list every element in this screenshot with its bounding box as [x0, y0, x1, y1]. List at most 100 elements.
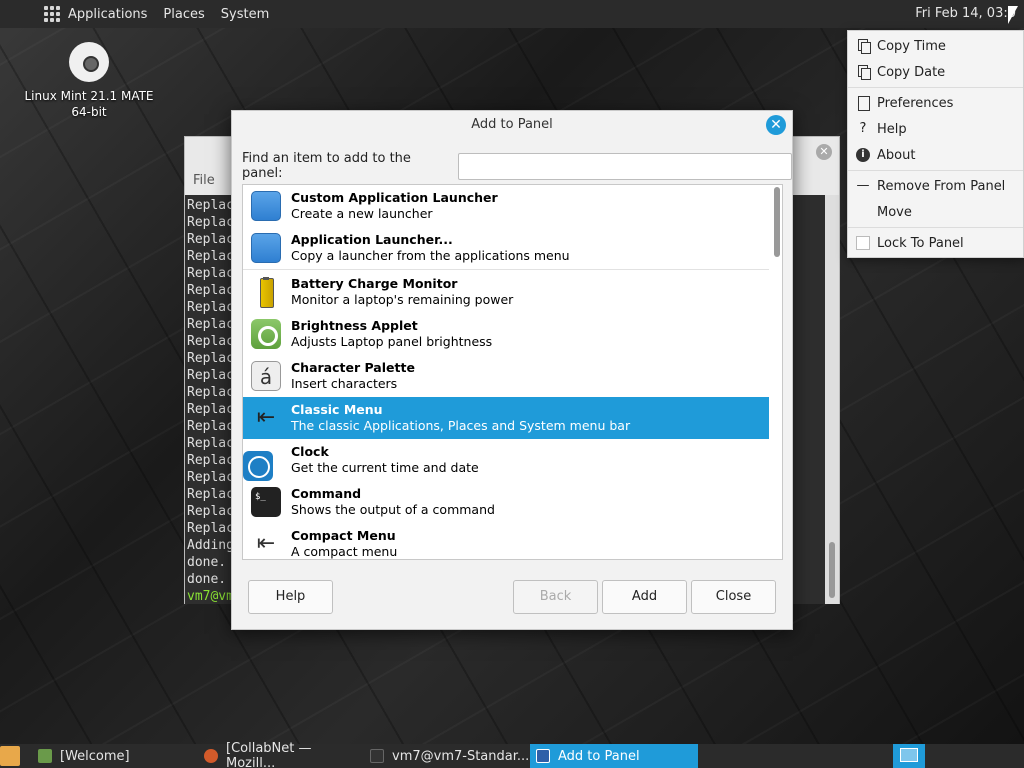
menu-applications[interactable]: Applications — [68, 7, 147, 22]
launcher-icon — [251, 233, 281, 263]
ctx-label: About — [877, 147, 916, 163]
list-item-description: Get the current time and date — [291, 460, 479, 475]
desktop-icon-label-line1: Linux Mint 21.1 MATE — [24, 89, 154, 103]
character-icon: á — [251, 361, 281, 391]
list-item[interactable]: ⇤ Classic Menu The classic Applications, P… — [243, 397, 769, 439]
move-icon-placeholder — [856, 205, 870, 219]
list-item-description: Create a new launcher — [291, 206, 433, 221]
ctx-separator — [848, 227, 1023, 228]
list-item[interactable]: $_ Command Shows the output of a command — [243, 481, 769, 523]
back-button[interactable]: Back — [513, 580, 598, 614]
list-item-description: Copy a launcher from the applications me… — [291, 248, 570, 263]
list-item[interactable]: Custom Application Launcher Create a new … — [243, 185, 769, 227]
list-item-title: Character Palette — [291, 360, 415, 375]
list-item-title: Application Launcher... — [291, 232, 453, 247]
ctx-label: Copy Time — [877, 38, 946, 54]
task-add-to-panel[interactable]: Add to Panel — [530, 744, 698, 768]
list-item-title: Compact Menu — [291, 528, 396, 543]
ctx-separator — [848, 170, 1023, 171]
battery-icon — [251, 277, 281, 308]
ctx-lock-to-panel[interactable]: Lock To Panel — [848, 230, 1023, 256]
list-item-text: Character Palette Insert characters — [291, 360, 415, 392]
brightness-icon — [251, 319, 281, 349]
menu-arrow-icon: ⇤ — [256, 405, 276, 430]
menu-arrow-icon: ⇤ — [256, 531, 276, 556]
close-button[interactable]: Close — [691, 580, 776, 614]
preferences-icon — [856, 96, 870, 111]
list-item-text: Clock Get the current time and date — [291, 444, 479, 476]
list-item[interactable]: Clock Get the current time and date — [243, 439, 769, 481]
list-scrollbar[interactable] — [774, 187, 780, 257]
clock-icon — [243, 451, 273, 481]
list-item-text: Custom Application Launcher Create a new … — [291, 190, 498, 222]
copy-icon — [856, 39, 871, 54]
terminal-scrollbar[interactable] — [825, 195, 839, 604]
list-item[interactable]: Application Launcher... Copy a launcher f… — [243, 227, 769, 269]
menu-places[interactable]: Places — [163, 7, 204, 22]
list-item-text: Brightness Applet Adjusts Laptop panel br… — [291, 318, 492, 350]
list-item[interactable]: ⇤ Compact Menu A compact menu — [243, 523, 769, 559]
workspace-switcher[interactable] — [893, 744, 925, 768]
list-item-title: Classic Menu — [291, 402, 383, 417]
help-button[interactable]: Help — [248, 580, 333, 614]
desktop-icon-linux-mint-disc[interactable]: Linux Mint 21.1 MATE 64-bit — [20, 42, 158, 120]
dialog-close-icon[interactable]: ✕ — [766, 115, 786, 135]
ctx-move[interactable]: Move — [848, 199, 1023, 225]
ctx-label: Remove From Panel — [877, 178, 1006, 194]
remove-icon: — — [856, 178, 870, 193]
terminal-close-icon[interactable]: ✕ — [816, 144, 832, 160]
disc-icon — [69, 42, 109, 82]
menu-system[interactable]: System — [221, 7, 269, 22]
task-label: vm7@vm7-Standar... — [392, 748, 530, 764]
add-button[interactable]: Add — [602, 580, 687, 614]
list-item-description: Shows the output of a command — [291, 502, 495, 517]
applications-grid-icon[interactable] — [44, 6, 60, 22]
ctx-separator — [848, 87, 1023, 88]
panel-items-list: Custom Application Launcher Create a new … — [242, 184, 783, 560]
list-separator — [243, 269, 769, 270]
mouse-cursor-icon — [1008, 6, 1018, 24]
ctx-copy-date[interactable]: Copy Date — [848, 59, 1023, 85]
list-item[interactable]: á Character Palette Insert characters — [243, 355, 769, 397]
task-firefox[interactable]: [CollabNet — Mozill... — [198, 741, 364, 768]
list-item-text: Classic Menu The classic Applications, Pl… — [291, 402, 630, 434]
task-welcome[interactable]: [Welcome] — [32, 744, 198, 768]
ctx-preferences[interactable]: Preferences — [848, 90, 1023, 116]
task-label: [CollabNet — Mozill... — [226, 741, 312, 768]
ctx-label: Copy Date — [877, 64, 946, 80]
ctx-help[interactable]: ? Help — [848, 116, 1023, 142]
terminal-icon — [370, 749, 384, 763]
ctx-label: Help — [877, 121, 907, 137]
ctx-about[interactable]: i About — [848, 142, 1023, 168]
info-icon: i — [856, 148, 870, 162]
copy-icon — [856, 65, 871, 80]
list-item-title: Brightness Applet — [291, 318, 418, 333]
ctx-label: Preferences — [877, 95, 954, 111]
ctx-label: Lock To Panel — [877, 235, 964, 251]
firefox-icon — [204, 749, 218, 763]
bottom-taskbar: [Welcome] [CollabNet — Mozill... vm7@vm7… — [0, 741, 1024, 768]
task-terminal[interactable]: vm7@vm7-Standar... — [364, 744, 530, 768]
dialog-title: Add to Panel — [471, 117, 553, 132]
list-item-text: Battery Charge Monitor Monitor a laptop's… — [291, 276, 513, 308]
list-item[interactable]: Battery Charge Monitor Monitor a laptop's… — [243, 271, 769, 313]
panel-clock[interactable]: Fri Feb 14, 03:0 — [915, 6, 1016, 21]
top-panel: Applications Places System Fri Feb 14, 0… — [0, 0, 1024, 28]
list-item[interactable]: Brightness Applet Adjusts Laptop panel br… — [243, 313, 769, 355]
list-item-description: Monitor a laptop's remaining power — [291, 292, 514, 307]
add-to-panel-dialog: Add to Panel ✕ Find an item to add to th… — [231, 110, 793, 630]
find-input[interactable] — [457, 152, 792, 180]
ctx-remove-from-panel[interactable]: — Remove From Panel — [848, 173, 1023, 199]
ctx-copy-time[interactable]: Copy Time — [848, 33, 1023, 59]
desktop-icon-label-line2: 64-bit — [71, 105, 107, 119]
checkbox-icon — [856, 236, 870, 250]
list-item-description: The classic Applications, Places and Sys… — [291, 418, 631, 433]
welcome-icon — [38, 749, 52, 763]
show-desktop-icon[interactable] — [0, 746, 20, 766]
find-label: Find an item to add to the panel: — [242, 151, 411, 181]
command-icon: $_ — [251, 487, 281, 517]
list-item-title: Clock — [291, 444, 329, 459]
launcher-icon — [251, 191, 281, 221]
ctx-label: Move — [877, 204, 912, 220]
list-item-title: Battery Charge Monitor — [291, 276, 458, 291]
